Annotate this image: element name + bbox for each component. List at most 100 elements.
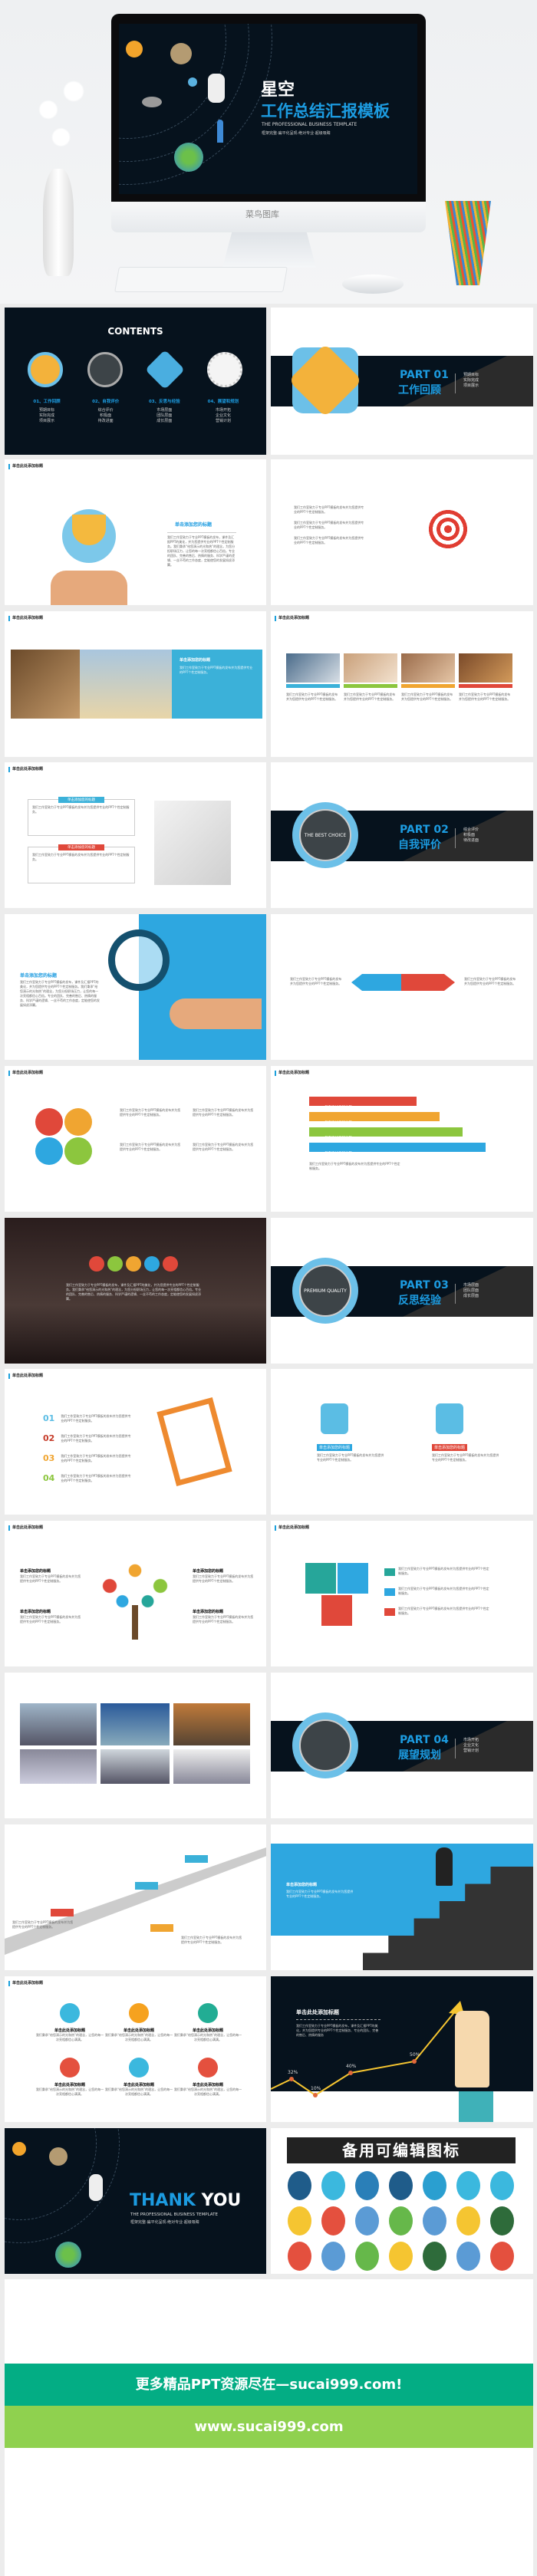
hero-title: 星空 [261, 81, 295, 100]
slide-thank-you[interactable]: THANK YOU THE PROFESSIONAL BUSINESS TEMP… [5, 2128, 266, 2274]
content-body: 我们工作室致力于专业PPT模板的发布并为您提供专业的PPT个性定制服务。 [459, 693, 511, 701]
slide-part-04[interactable]: PART 04 展望规划 市场开拓 企业文化 营销计划 [271, 1673, 533, 1818]
spare-icon [288, 2242, 311, 2271]
part-number: PART 04 [400, 1734, 449, 1746]
slide-contents[interactable]: CONTENTS 01、工作回顾 预期目标 实际完成 项目展示 02、自我评价 综合评价… [5, 308, 266, 455]
part-title: 展望规划 [398, 1749, 441, 1762]
content-body: 我们工作室致力于专业PPT模板的发布并为您提供专业的PPT个性定制服务。 [120, 1108, 181, 1117]
content-heading: 单击添加您的标题 [20, 1569, 51, 1574]
monitor-chin: 菜鸟图库 [111, 202, 426, 232]
planet-icon [170, 43, 192, 64]
spare-icon [389, 2242, 413, 2271]
chart-point [313, 2093, 318, 2097]
hand-drawing-photo [154, 801, 231, 885]
slide-numbered-list[interactable]: 单击此处添加标题 01 我们工作室致力于专业PPT模板的发布并为您提供专业的PPT… [5, 1369, 266, 1515]
spare-icon [355, 2171, 379, 2200]
astronaut-icon [89, 2174, 103, 2201]
bar-label: 单击添加您的标题 [325, 1121, 352, 1125]
card-title: 单击此处添加标题 [54, 2028, 85, 2033]
slide-title: 单击此处添加标题 [8, 1981, 43, 1986]
chart-point [412, 2059, 417, 2064]
content-body: 我们工作室致力于专业PPT模板的发布并为您提供专业的PPT个性定制服务。 [20, 1615, 81, 1624]
section-label: 01、工作回顾 [33, 400, 61, 404]
card-title: 单击此处添加标题 [123, 2028, 154, 2033]
section-item: 综合评价 [97, 408, 114, 413]
slide-target[interactable]: 我们工作室致力于专业PPT模板的发布并为您提供专业的PPT个性定制服务。 我们工… [271, 459, 533, 605]
slide-growth-chart[interactable]: 单击此处添加标题 我们工作室致力于专业PPT模板的发布，课件及汇报PPT的美化，… [271, 1976, 533, 2122]
card-title: 单击此处添加标题 [192, 2083, 223, 2087]
slide-city-photos[interactable] [5, 1673, 266, 1818]
slide-part-01[interactable]: PART 01 工作回顾 预期目标 实际完成 项目展示 [271, 308, 533, 455]
content-body: 我们工作室致力于专业PPT模板的发布，课件及汇报PPT的美化，并为您提供专业的P… [167, 532, 236, 568]
content-body: 我们工作室致力于专业PPT模板的发布并为您提供专业的PPT个性定制服务。 [401, 693, 453, 701]
slide-puzzle[interactable]: 单击此处添加标题 我们工作室致力于专业PPT模板的发布并为您提供专业的PPT个性… [271, 1521, 533, 1666]
item-text: 我们工作室致力于专业PPT模板的发布并为您提供专业的PPT个性定制服务。 [61, 1434, 131, 1443]
contents-section[interactable]: 03、反思与经验 市场层面 团队层面 成长层面 [137, 398, 191, 424]
hero-english: THE PROFESSIONAL BUSINESS TEMPLATE [262, 122, 357, 127]
part-item: 预期目标 [463, 373, 479, 377]
promo-banner[interactable]: 更多精品PPT资源尽在—sucai999.com! [5, 2364, 533, 2406]
timeline-tag [150, 1924, 173, 1932]
part-item: 积极面 [463, 833, 476, 837]
gear-icon [198, 2003, 218, 2023]
slide-title: 单击此处添加标题 [275, 616, 309, 621]
site-link[interactable]: www.sucai999.com [5, 2406, 533, 2448]
clipboard-icon [156, 1397, 232, 1487]
card-title: 单击此处添加标题 [192, 2028, 223, 2033]
slide-stairs[interactable]: 单击添加您的标题 我们工作室致力于专业PPT模板的发布并为您提供专业的PPT个性… [271, 1824, 533, 1970]
slide-road-timeline[interactable]: 我们工作室致力于专业PPT模板的发布并为您提供专业的PPT个性定制服务。 我们工… [5, 1824, 266, 1970]
item-number: 01 [43, 1413, 55, 1423]
rocket-icon [217, 120, 223, 143]
slide-trophy[interactable]: 单击此处添加标题 单击添加您的标题 我们工作室致力于专业PPT模板的发布，课件及… [5, 459, 266, 605]
slide-text-boxes[interactable]: 单击此处添加标题 单击添加您的标题 我们工作室致力于专业PPT模板的发布并为您提… [5, 762, 266, 908]
content-body: 我们工作室致力于专业PPT模板的发布并为您提供专业的PPT个性定制服务。 [432, 1453, 499, 1462]
spare-icon [456, 2206, 480, 2235]
box-heading: 单击添加您的标题 [58, 844, 104, 850]
photo [344, 653, 397, 683]
content-body: 我们工作室致力于专业PPT模板的发布并为您提供专业的PPT个性定制服务。 [193, 1143, 254, 1151]
slide-title: 单击此处添加标题 [8, 1525, 43, 1531]
content-heading: 单击添加您的标题 [317, 1444, 353, 1451]
slide-climber[interactable]: 单击此处添加标题 单击添加您的标题 我们工作室致力于专业PPT模板的发布并为您提… [5, 611, 266, 757]
slide-four-photos[interactable]: 单击此处添加标题 我们工作室致力于专业PPT模板的发布并为您提供专业的PPT个性… [271, 611, 533, 757]
contents-section[interactable]: 04、展望和规划 市场开拓 企业文化 营销计划 [196, 398, 250, 424]
content-heading: 单击添加您的标题 [432, 1444, 468, 1451]
content-heading: 单击添加您的标题 [20, 1610, 51, 1614]
slide-part-02[interactable]: THE BEST CHOICE PART 02 自我评价 综合评价 积极面 待改进面 [271, 762, 533, 908]
contents-section[interactable]: 01、工作回顾 预期目标 实际完成 项目展示 [20, 398, 74, 424]
slide-dark-photo[interactable]: 我们工作室致力于专业PPT模板的发布，课件及汇报PPT的美化，并为您提供专业的P… [5, 1218, 266, 1364]
content-body: 我们工作室致力于专业PPT模板的发布并为您提供专业的PPT个性定制服务。 [294, 536, 364, 544]
bar-label: 单击添加您的标题 [325, 1106, 352, 1110]
saturn-icon [142, 97, 162, 107]
spare-icon [490, 2171, 514, 2200]
slide-flower-diagram[interactable]: 单击此处添加标题 我们工作室致力于专业PPT模板的发布并为您提供专业的PPT个性… [5, 1066, 266, 1212]
slide-icon-grid[interactable]: 单击此处添加标题 单击此处添加标题 我们秉承“给您演示的光和热”的理念，让您的每一… [5, 1976, 266, 2122]
runner-icon [436, 1847, 453, 1886]
section-icon-2 [87, 352, 123, 387]
list-item: 01 我们工作室致力于专业PPT模板的发布并为您提供专业的PPT个性定制服务。 [43, 1409, 133, 1429]
badge-icon: PREMIUM QUALITY [292, 1258, 358, 1324]
planet-icon [188, 77, 197, 87]
slide-thumbs[interactable]: 单击添加您的标题 我们工作室致力于专业PPT模板的发布并为您提供专业的PPT个性… [271, 1369, 533, 1515]
section-item: 积极面 [100, 413, 112, 418]
content-heading: 单击添加您的标题 [193, 1610, 224, 1614]
slide-part-03[interactable]: PREMIUM QUALITY PART 03 反思经验 市场层面 团队层面 成长层… [271, 1218, 533, 1364]
content-body: 我们工作室致力于专业PPT模板的发布并为您提供专业的PPT个性定制服务。 [32, 805, 130, 814]
part-item: 营销计划 [463, 1749, 479, 1753]
slide-tree[interactable]: 单击此处添加标题 单击添加您的标题 我们工作室致力于专业PPT模板的发布并为您提… [5, 1521, 266, 1666]
badge-icon [288, 343, 363, 418]
timeline-tag [135, 1882, 158, 1890]
contents-section[interactable]: 02、自我评价 综合评价 积极面 待改进面 [79, 398, 133, 424]
content-body: 我们工作室致力于专业PPT模板的发布并为您提供专业的PPT个性定制服务。 [317, 1453, 384, 1462]
content-body: 我们工作室致力于专业PPT模板的发布并为您提供专业的PPT个性定制服务。 [344, 693, 396, 701]
spare-icon [355, 2206, 379, 2235]
slide-arrows[interactable]: 我们工作室致力于专业PPT模板的发布并为您提供专业的PPT个性定制服务。 我们工… [271, 914, 533, 1060]
chart-point [348, 2071, 353, 2075]
sun-icon [126, 41, 143, 58]
slide-title: 单击此处添加标题 [8, 616, 43, 621]
slide-stacked-bars[interactable]: 单击此处添加标题 单击添加您的标题 单击添加您的标题 单击添加您的标题 单击添加… [271, 1066, 533, 1212]
signpost-icon [60, 2058, 80, 2078]
spare-icon [490, 2242, 514, 2271]
slide-magnifier[interactable]: 单击添加您的标题 我们工作室致力于专业PPT模板的发布，课件及汇报PPT的美化，… [5, 914, 266, 1060]
slide-spare-icons[interactable]: 备用可编辑图标 [271, 2128, 533, 2274]
